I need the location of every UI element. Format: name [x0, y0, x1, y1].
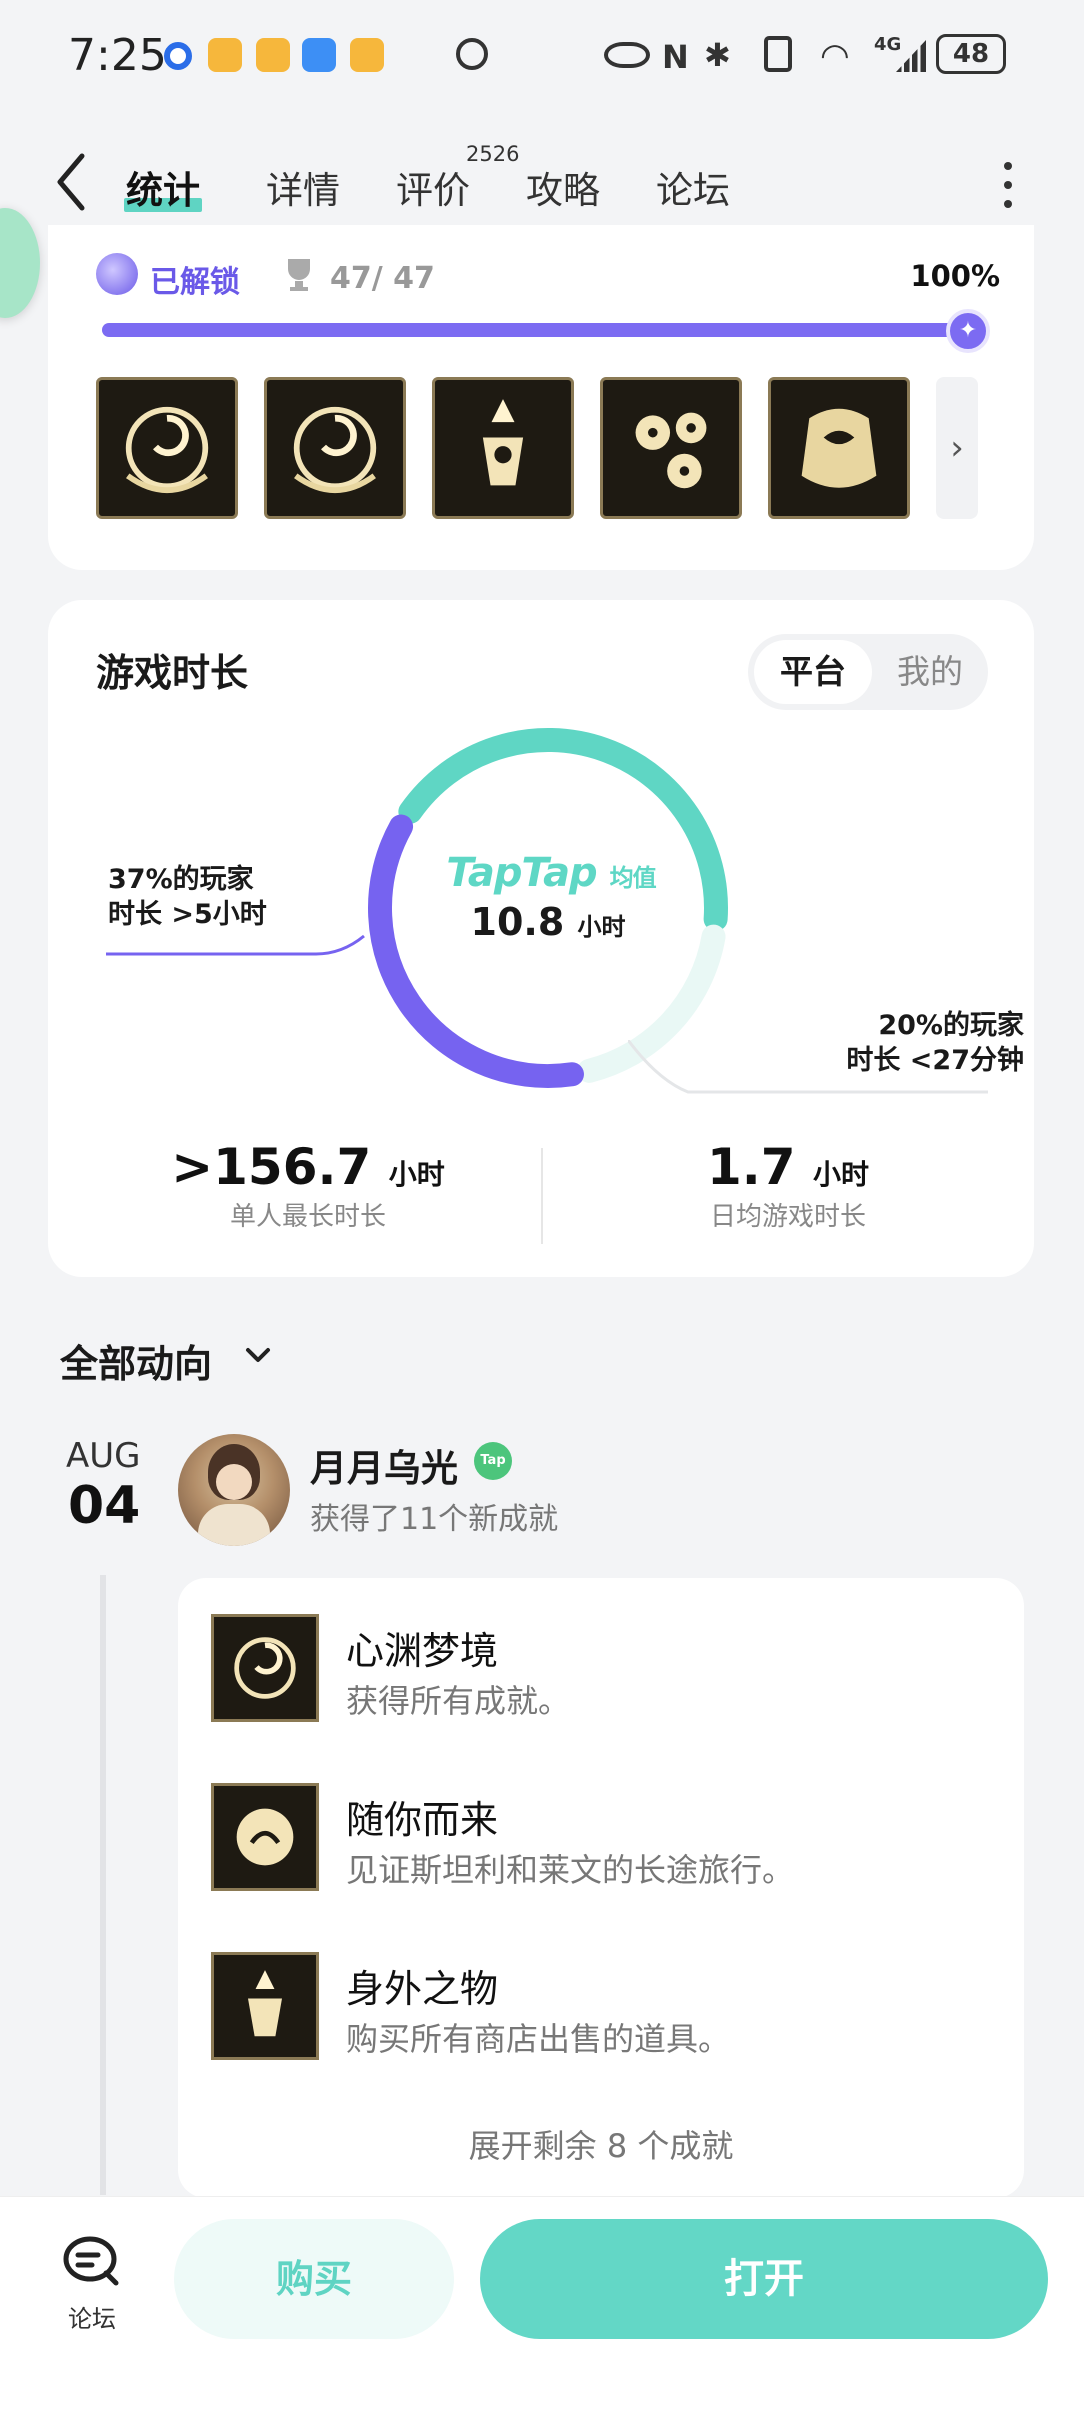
- achievement-percent: 100%: [910, 259, 1000, 293]
- weibo-icon: [208, 38, 242, 72]
- chevron-down-icon[interactable]: [245, 1342, 271, 1368]
- achievement-desc: 购买所有商店出售的道具。: [346, 2020, 731, 2058]
- tab-label: 攻略: [526, 169, 600, 212]
- bluetooth-icon: ✱: [704, 36, 731, 74]
- max-playtime: >156.7 小时 单人最长时长: [128, 1138, 488, 1233]
- tap-verified-icon: Tap: [474, 1442, 512, 1480]
- playtime-title: 游戏时长: [96, 651, 249, 695]
- tab-label: 论坛: [656, 169, 730, 212]
- battery-level: 48: [952, 39, 990, 69]
- brand-suffix: 均值: [609, 864, 657, 892]
- user-name[interactable]: 月月乌光: [310, 1438, 458, 1492]
- achievement-name: 随你而来: [346, 1798, 499, 1842]
- weibo-icon: [350, 38, 384, 72]
- achievement-desc: 获得所有成就。: [346, 1682, 571, 1720]
- tab-label: 评价: [396, 169, 470, 212]
- eye-icon: [604, 42, 650, 68]
- scope-toggle[interactable]: 平台 我的: [748, 634, 988, 710]
- daily-unit: 小时: [812, 1158, 869, 1191]
- activity-filter[interactable]: 全部动向: [60, 1333, 212, 1388]
- status-time: 7:25: [68, 30, 167, 81]
- achievement-icon: [211, 1783, 319, 1891]
- open-button[interactable]: 打开: [480, 2219, 1048, 2339]
- achievement-desc: 见证斯坦利和莱文的长途旅行。: [346, 1851, 795, 1889]
- back-icon[interactable]: [52, 150, 92, 214]
- daily-value: 1.7: [706, 1138, 796, 1196]
- nfc-icon: N: [662, 38, 689, 76]
- achievements-card[interactable]: 已解锁 47/ 47 100% ✦ ›: [48, 225, 1034, 570]
- tab-reviews[interactable]: 评价: [396, 160, 470, 214]
- sync-icon: [456, 38, 488, 70]
- unlocked-label: 已解锁: [150, 265, 240, 300]
- weibo-icon: [256, 38, 290, 72]
- toggle-platform[interactable]: 平台: [754, 640, 872, 704]
- achievement-name: 身外之物: [346, 1967, 499, 2011]
- brand-name: TapTap: [446, 850, 597, 896]
- forum-icon[interactable]: [62, 2235, 122, 2291]
- left-leader-line: [106, 934, 365, 956]
- average-value: 10.8: [470, 900, 565, 944]
- vibrate-icon: [764, 36, 792, 72]
- timeline-line: [100, 1575, 106, 2195]
- left-note-line1: 37%的玩家: [108, 864, 254, 895]
- achievement-badge[interactable]: [432, 377, 574, 519]
- right-leader-line: [628, 1040, 988, 1094]
- tab-forum[interactable]: 论坛: [656, 160, 730, 214]
- achievement-badge[interactable]: [768, 377, 910, 519]
- left-note-line2: 时长 >5小时: [108, 899, 267, 930]
- tab-details[interactable]: 详情: [266, 160, 340, 214]
- tab-label: 统计: [126, 169, 200, 212]
- wifi-icon: ◠: [820, 36, 850, 76]
- achievement-count: 47/ 47: [330, 261, 435, 296]
- chevron-right-icon[interactable]: ›: [936, 377, 978, 519]
- tab-label: 详情: [266, 169, 340, 212]
- taptap-logo: TapTap 均值: [441, 850, 661, 896]
- max-label: 单人最长时长: [229, 1202, 386, 1232]
- review-count-badge: 2526: [466, 142, 520, 166]
- notification-app-icon: [164, 42, 192, 70]
- sparkle-icon: ✦: [946, 309, 990, 353]
- playtime-card: 游戏时长 平台 我的 TapTap 均值 10.8 小时 37%的玩家 时长 >…: [48, 600, 1034, 1277]
- more-options-icon[interactable]: [1000, 162, 1016, 208]
- average-unit: 小时: [577, 913, 626, 941]
- tab-guides[interactable]: 攻略: [526, 160, 600, 214]
- toggle-mine[interactable]: 我的: [878, 640, 982, 704]
- left-note: 37%的玩家 时长 >5小时: [108, 862, 267, 932]
- tab-stats[interactable]: 统计: [124, 160, 202, 214]
- max-unit: 小时: [388, 1158, 445, 1191]
- achievement-icon: [211, 1952, 319, 2060]
- user-action: 获得了11个新成就: [310, 1502, 559, 1537]
- bottom-action-bar: 论坛 购买 打开: [0, 2196, 1084, 2412]
- max-value: >156.7: [171, 1138, 372, 1196]
- achievement-badge[interactable]: [264, 377, 406, 519]
- divider: [541, 1148, 543, 1244]
- forum-label[interactable]: 论坛: [60, 2299, 124, 2334]
- date-month: AUG: [66, 1436, 141, 1476]
- unlocked-icon: [96, 253, 138, 295]
- average-playtime: 10.8 小时: [428, 900, 668, 944]
- weather-icon: [302, 38, 336, 72]
- achievement-list-card: 心渊梦境 获得所有成就。 随你而来 见证斯坦利和莱文的长途旅行。 身外之物 购买…: [178, 1578, 1024, 2198]
- achievement-name: 心渊梦境: [346, 1629, 499, 1673]
- achievement-badge[interactable]: [96, 377, 238, 519]
- achievement-progress-bar: [102, 323, 982, 337]
- achievement-icon: [211, 1614, 319, 1722]
- network-type-label: 4G: [874, 34, 902, 55]
- status-bar: 7:25 N ✱ ◠ 4G 48: [0, 0, 1084, 110]
- date-day: 04: [68, 1476, 141, 1536]
- avatar[interactable]: [178, 1434, 290, 1546]
- expand-remaining-button[interactable]: 展开剩余 8 个成就: [178, 2121, 1024, 2167]
- daily-label: 日均游戏时长: [709, 1202, 866, 1232]
- trophy-icon: [288, 259, 310, 291]
- achievement-badge[interactable]: [600, 377, 742, 519]
- buy-button[interactable]: 购买: [174, 2219, 454, 2339]
- daily-playtime: 1.7 小时 日均游戏时长: [608, 1138, 968, 1233]
- right-note-line1: 20%的玩家: [878, 1010, 1024, 1041]
- battery-icon: 48: [936, 34, 1006, 74]
